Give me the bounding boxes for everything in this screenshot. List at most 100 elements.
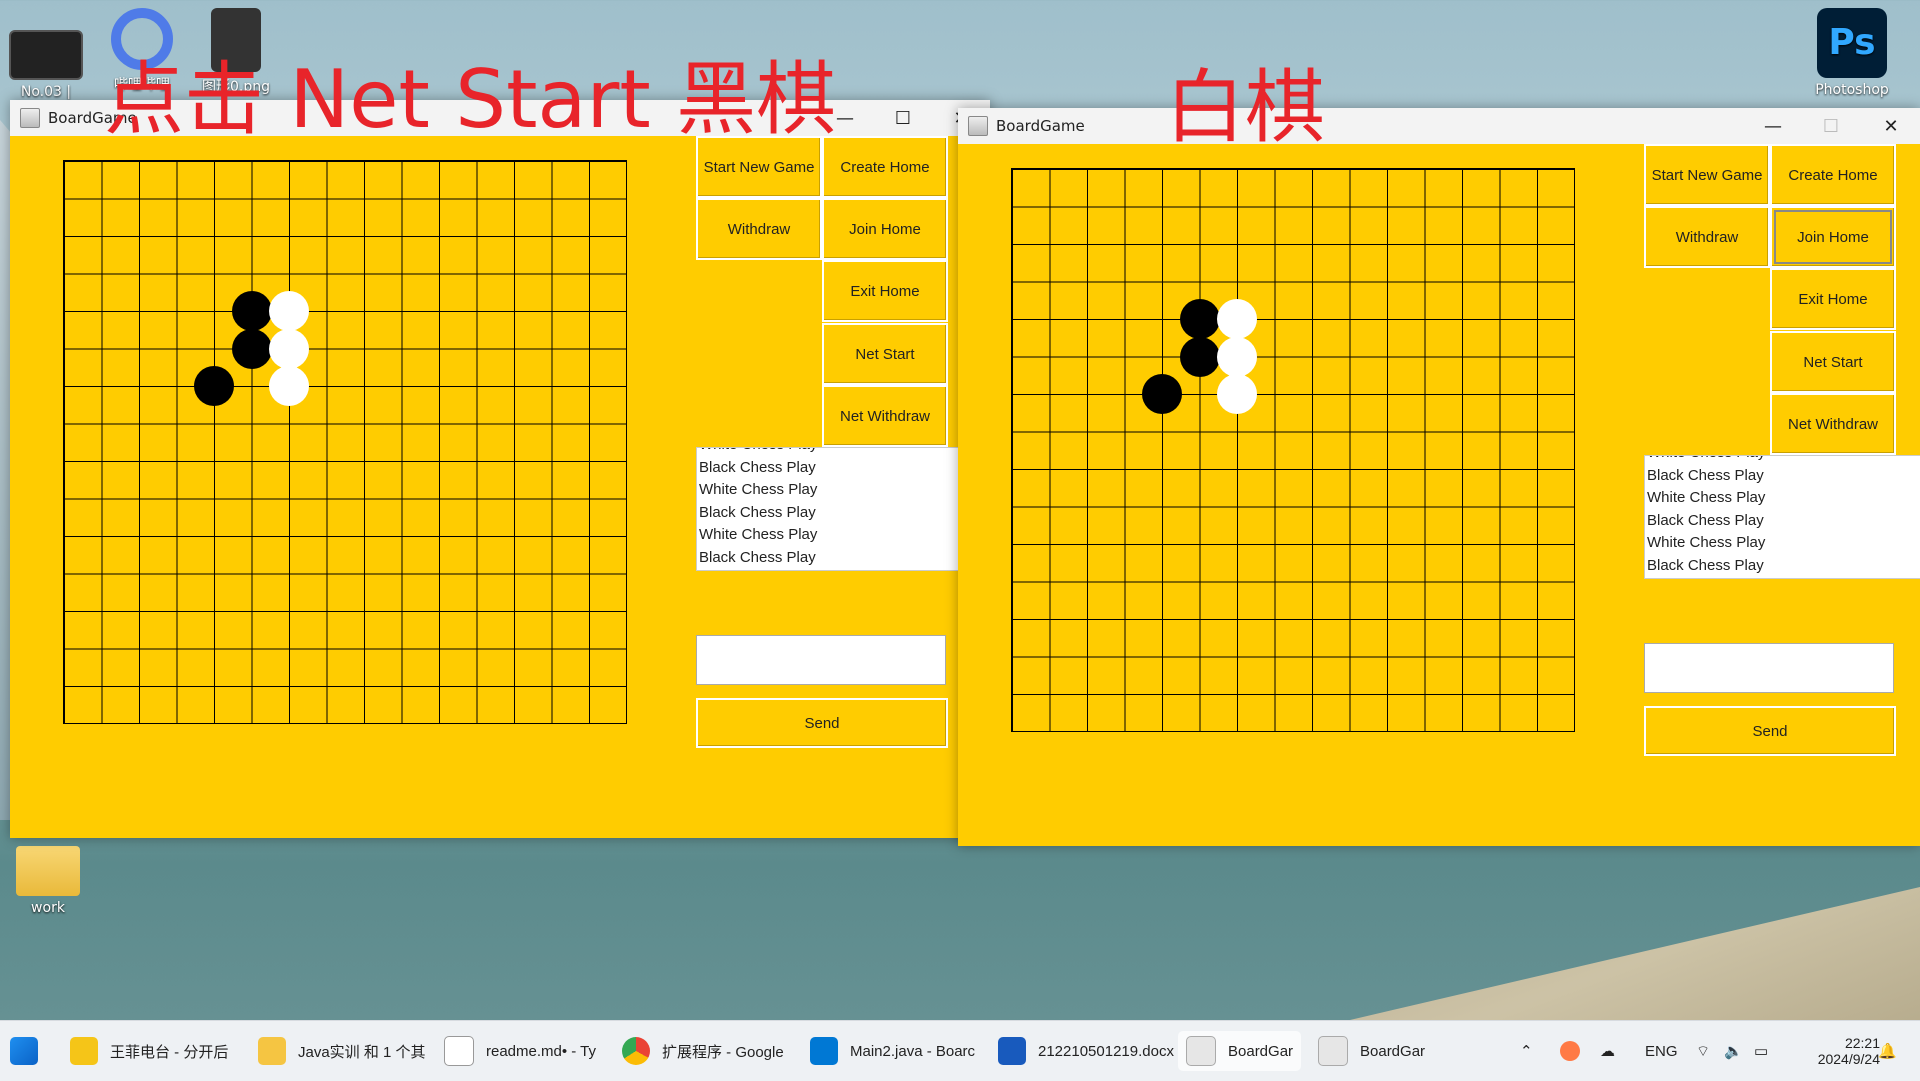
black-stone	[231, 291, 272, 331]
cloud-icon: ☁	[1600, 1043, 1615, 1060]
tray-battery[interactable]: ▭	[1754, 1021, 1768, 1081]
tray-clock[interactable]: 22:21 2024/9/24	[1790, 1021, 1880, 1081]
java-icon	[968, 116, 988, 136]
taskbar-item-player[interactable]: 王菲电台 - 分开后	[70, 1031, 228, 1071]
exit-home-button[interactable]: Exit Home	[822, 260, 948, 322]
log-item: White Chess Play	[1647, 534, 1766, 551]
close-icon[interactable]: ✕	[1862, 108, 1920, 144]
video-file-icon	[9, 30, 83, 80]
taskbar: 王菲电台 - 分开后 Java实训 和 1 个其 readme.md• - Ty…	[0, 1020, 1920, 1081]
volume-icon: 🔈	[1724, 1043, 1743, 1060]
tray-app-icon[interactable]	[1560, 1021, 1580, 1081]
photoshop-icon: Ps	[1817, 8, 1887, 78]
tray-network[interactable]: ⌔	[1696, 1021, 1710, 1081]
log-item: Black Chess Play	[699, 458, 816, 476]
taskbar-item-label: 王菲电台 - 分开后	[110, 1043, 229, 1061]
exit-home-button[interactable]: Exit Home	[1770, 268, 1896, 330]
app-tray-icon	[1560, 1041, 1580, 1061]
clock-date: 2024/9/24	[1817, 1051, 1880, 1067]
tray-chevron[interactable]: ⌃	[1520, 1021, 1533, 1081]
folder-icon	[258, 1037, 286, 1065]
create-home-button[interactable]: Create Home	[1770, 144, 1896, 206]
black-stone	[231, 328, 272, 369]
taskbar-item-label: BoardGar	[1228, 1042, 1294, 1060]
maximize-icon[interactable]: ☐	[1802, 108, 1860, 144]
move-log-list[interactable]: White Chess Play Black Chess Play White …	[696, 447, 992, 571]
log-item: Black Chess Play	[1647, 466, 1764, 484]
annotation-click-net-start-black: 点击 Net Start 黑棋	[104, 53, 837, 146]
taskbar-item-label: 212210501219.docx	[1038, 1042, 1174, 1060]
move-log-list[interactable]: White Chess Play Black Chess Play White …	[1644, 455, 1920, 579]
taskbar-item-explorer[interactable]: Java实训 和 1 个其	[258, 1031, 426, 1071]
taskbar-item-vscode[interactable]: Main2.java - Boarc	[810, 1031, 975, 1071]
log-item: Black Chess Play	[1647, 511, 1764, 529]
black-stone	[1179, 299, 1220, 339]
taskbar-item-typora[interactable]: readme.md• - Ty	[444, 1031, 596, 1071]
white-stone	[1217, 336, 1257, 377]
desktop-icon-label: work	[31, 900, 65, 916]
start-new-game-button[interactable]: Start New Game	[1644, 144, 1770, 206]
chat-input[interactable]	[696, 635, 946, 685]
gomoku-board[interactable]	[63, 160, 627, 724]
chevron-up-icon: ⌃	[1520, 1043, 1533, 1060]
log-item: Black Chess Play	[699, 548, 816, 566]
net-start-button[interactable]: Net Start	[822, 323, 948, 385]
start-button[interactable]	[10, 1031, 38, 1071]
minimize-icon[interactable]: —	[1744, 108, 1802, 144]
boardgame-window-white: BoardGame — ☐ ✕ Start New Game Create Ho…	[958, 108, 1920, 846]
taskbar-item-boardgame-1[interactable]: BoardGar	[1178, 1031, 1302, 1071]
taskbar-item-chrome[interactable]: 扩展程序 - Google	[622, 1031, 784, 1071]
join-home-button[interactable]: Join Home	[1770, 206, 1896, 268]
tray-onedrive[interactable]: ☁	[1600, 1021, 1615, 1081]
white-stone	[1217, 299, 1257, 339]
black-stone	[1142, 374, 1182, 414]
wifi-icon: ⌔	[1696, 1042, 1711, 1060]
title-bar[interactable]: BoardGame — ☐ ✕	[958, 108, 1920, 144]
create-home-button[interactable]: Create Home	[822, 136, 948, 198]
taskbar-item-label: Main2.java - Boarc	[850, 1042, 976, 1060]
bell-icon: 🔔	[1878, 1043, 1897, 1060]
taskbar-item-boardgame-2[interactable]: BoardGar	[1318, 1031, 1425, 1071]
boardgame-window-black: BoardGame — ☐ ✕ Start New Game Create Ho…	[10, 100, 992, 838]
windows-start-icon	[10, 1037, 38, 1065]
tray-volume[interactable]: 🔈	[1724, 1021, 1743, 1081]
taskbar-item-word[interactable]: 212210501219.docx	[998, 1031, 1174, 1071]
taskbar-item-label: readme.md• - Ty	[486, 1042, 597, 1060]
chat-input[interactable]	[1644, 643, 1894, 693]
log-item: Black Chess Play	[699, 503, 816, 521]
net-start-button[interactable]: Net Start	[1770, 331, 1896, 393]
desktop-icon-photoshop[interactable]: Ps Photoshop	[1812, 8, 1892, 98]
send-button[interactable]: Send	[1644, 706, 1896, 756]
taskbar-item-label: Java实训 和 1 个其	[298, 1043, 426, 1061]
typora-icon	[444, 1036, 474, 1066]
withdraw-button[interactable]: Withdraw	[1644, 206, 1770, 268]
net-withdraw-button[interactable]: Net Withdraw	[1770, 393, 1896, 455]
annotation-white: 白棋	[1165, 61, 1325, 154]
log-item: White Chess Play	[699, 526, 818, 543]
vscode-icon	[810, 1037, 838, 1065]
word-icon	[998, 1037, 1026, 1065]
log-item: White Chess Play	[699, 481, 818, 498]
desktop-icon-label: Photoshop	[1815, 82, 1889, 98]
log-item: White Chess Play	[697, 448, 991, 457]
taskbar-item-label: 扩展程序 - Google	[662, 1043, 784, 1061]
log-item: White Chess Play	[1647, 489, 1766, 506]
java-icon	[1318, 1036, 1348, 1066]
send-button[interactable]: Send	[696, 698, 948, 748]
language-indicator: ENG	[1645, 1042, 1678, 1060]
desktop-icon-work[interactable]: work	[8, 846, 88, 916]
tray-notifications[interactable]: 🔔	[1878, 1021, 1897, 1081]
white-stone	[269, 366, 309, 406]
net-withdraw-button[interactable]: Net Withdraw	[822, 385, 948, 447]
tray-language[interactable]: ENG	[1645, 1021, 1678, 1081]
log-item: White Chess Play	[1645, 456, 1920, 465]
white-stone	[269, 328, 309, 369]
maximize-icon[interactable]: ☐	[874, 100, 932, 136]
white-stone	[1217, 374, 1257, 414]
chrome-icon	[622, 1037, 650, 1065]
clock-time: 22:21	[1844, 1035, 1880, 1051]
join-home-button[interactable]: Join Home	[822, 198, 948, 260]
withdraw-button[interactable]: Withdraw	[696, 198, 822, 260]
gomoku-board[interactable]	[1011, 168, 1575, 732]
window-title: BoardGame	[996, 117, 1085, 135]
